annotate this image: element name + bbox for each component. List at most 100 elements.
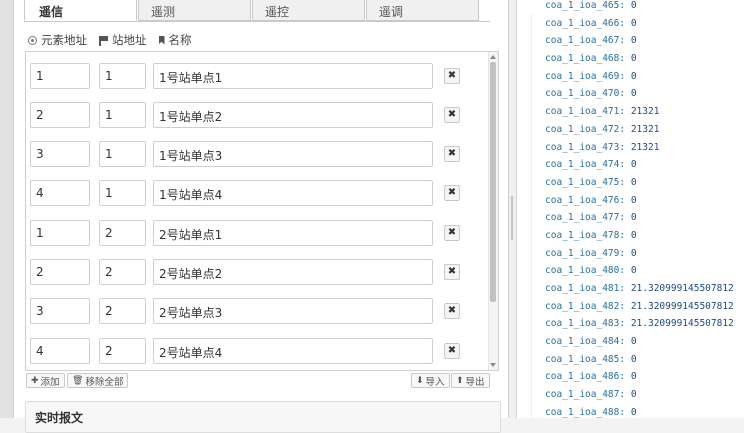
scroll-up-arrow-icon[interactable] — [490, 55, 496, 59]
element-address-input[interactable]: 2 — [30, 102, 90, 128]
tab-remote-adjust[interactable]: 遥调 — [366, 0, 479, 21]
station-address-input[interactable]: 1 — [99, 102, 146, 128]
delete-row-button[interactable]: ✖ — [444, 146, 460, 162]
element-address-input[interactable]: 3 — [30, 141, 90, 167]
point-list[interactable]: 1 1 1号站单点1 ✖ 2 1 1号站单点2 ✖ 3 1 1号站单点3 ✖ 4… — [25, 51, 499, 371]
add-button[interactable]: ✚ 添加 — [26, 373, 65, 388]
debug-line: coa_1_ioa_466: 0 — [545, 17, 637, 29]
debug-line: coa_1_ioa_488: 0 — [545, 406, 637, 418]
delete-row-button[interactable]: ✖ — [444, 303, 460, 319]
debug-line: coa_1_ioa_473: 21321 — [545, 141, 660, 153]
debug-line: coa_1_ioa_487: 0 — [545, 389, 637, 401]
plus-icon: ✚ — [31, 376, 39, 386]
debug-line: coa_1_ioa_478: 0 — [545, 229, 637, 241]
download-icon: ⬇ — [416, 376, 424, 386]
close-icon: ✖ — [447, 109, 457, 120]
legend-element-address-label: 元素地址 — [41, 33, 87, 47]
debug-line: coa_1_ioa_486: 0 — [545, 371, 637, 383]
element-address-input[interactable]: 4 — [30, 180, 90, 206]
debug-line: coa_1_ioa_472: 21321 — [545, 123, 660, 135]
delete-row-button[interactable]: ✖ — [444, 343, 460, 359]
debug-lines: coa_1_ioa_465: 0 coa_1_ioa_466: 0 coa_1_… — [545, 0, 734, 418]
debug-line: coa_1_ioa_475: 0 — [545, 176, 637, 188]
bookmark-icon — [158, 35, 165, 45]
panel-splitter[interactable] — [509, 0, 517, 418]
point-name-input[interactable]: 2号站单点2 — [153, 259, 433, 285]
close-icon: ✖ — [447, 148, 457, 159]
tab-remote-control[interactable]: 遥控 — [252, 0, 365, 21]
debug-line: coa_1_ioa_474: 0 — [545, 159, 637, 171]
node-editor-panel: 遥信 遥测 遥控 遥调 元素地址 站地址 名称 1 1 1号站单点1 ✖ 2 1… — [14, 0, 509, 433]
station-address-input[interactable]: 2 — [99, 259, 146, 285]
canvas-edge-strip — [0, 0, 14, 418]
station-address-input[interactable]: 2 — [99, 220, 146, 246]
delete-row-button[interactable]: ✖ — [444, 68, 460, 84]
splitter-grip[interactable] — [511, 196, 513, 240]
export-button[interactable]: ⬆ 导出 — [451, 373, 490, 388]
station-address-input[interactable]: 2 — [99, 338, 146, 364]
station-address-input[interactable]: 1 — [99, 180, 146, 206]
point-name-input[interactable]: 2号站单点1 — [153, 220, 433, 246]
close-icon: ✖ — [447, 345, 457, 356]
list-item: 1 2 2号站单点1 ✖ — [26, 220, 486, 248]
add-button-label: 添加 — [40, 377, 60, 388]
debug-line: coa_1_ioa_467: 0 — [545, 35, 637, 47]
station-address-input[interactable]: 2 — [99, 298, 146, 324]
dot-circle-icon — [28, 35, 37, 45]
legend-name-label: 名称 — [168, 33, 192, 47]
list-item: 3 1 1号站单点3 ✖ — [26, 141, 486, 169]
tab-remote-measure[interactable]: 遥测 — [138, 0, 251, 21]
element-address-input[interactable]: 4 — [30, 338, 90, 364]
debug-line: coa_1_ioa_480: 0 — [545, 265, 637, 277]
delete-row-button[interactable]: ✖ — [444, 107, 460, 123]
upload-icon: ⬆ — [456, 376, 464, 386]
debug-line: coa_1_ioa_468: 0 — [545, 53, 637, 65]
element-address-input[interactable]: 1 — [30, 220, 90, 246]
column-legend: 元素地址 站地址 名称 — [28, 32, 204, 48]
list-item: 2 1 1号站单点2 ✖ — [26, 102, 486, 130]
point-name-input[interactable]: 1号站单点1 — [153, 63, 433, 89]
trash-icon: 🗑 — [72, 376, 84, 386]
debug-line: coa_1_ioa_479: 0 — [545, 247, 637, 259]
delete-row-button[interactable]: ✖ — [444, 185, 460, 201]
debug-line: coa_1_ioa_477: 0 — [545, 212, 637, 224]
scrollbar-thumb[interactable] — [490, 62, 496, 302]
tab-remote-signal[interactable]: 遥信 — [24, 0, 137, 21]
debug-line: coa_1_ioa_471: 21321 — [545, 106, 660, 118]
point-name-input[interactable]: 2号站单点3 — [153, 298, 433, 324]
list-item: 3 2 2号站单点3 ✖ — [26, 298, 486, 326]
close-icon: ✖ — [447, 187, 457, 198]
point-name-input[interactable]: 1号站单点2 — [153, 102, 433, 128]
debug-line: coa_1_ioa_469: 0 — [545, 70, 637, 82]
debug-line: coa_1_ioa_470: 0 — [545, 88, 637, 100]
delete-row-button[interactable]: ✖ — [444, 264, 460, 280]
legend-name: 名称 — [158, 32, 192, 48]
point-name-input[interactable]: 2号站单点4 — [153, 338, 433, 364]
element-address-input[interactable]: 3 — [30, 298, 90, 324]
list-item: 4 2 2号站单点4 ✖ — [26, 338, 486, 366]
element-address-input[interactable]: 1 — [30, 63, 90, 89]
debug-line: coa_1_ioa_481: 21.320999145507812 — [545, 283, 734, 294]
debug-line: coa_1_ioa_485: 0 — [545, 353, 637, 365]
point-name-input[interactable]: 1号站单点3 — [153, 141, 433, 167]
element-address-input[interactable]: 2 — [30, 259, 90, 285]
scroll-down-arrow-icon[interactable] — [490, 363, 496, 367]
import-button[interactable]: ⬇ 导入 — [411, 373, 450, 388]
close-icon: ✖ — [447, 305, 457, 316]
list-item: 2 2 2号站单点2 ✖ — [26, 259, 486, 287]
close-icon: ✖ — [447, 266, 457, 277]
point-name-input[interactable]: 1号站单点4 — [153, 180, 433, 206]
debug-guide-line — [531, 14, 532, 418]
remove-all-button[interactable]: 🗑 移除全部 — [67, 373, 129, 388]
debug-line: coa_1_ioa_484: 0 — [545, 336, 637, 348]
delete-row-button[interactable]: ✖ — [444, 225, 460, 241]
close-icon: ✖ — [447, 227, 457, 238]
list-item: 1 1 1号站单点1 ✖ — [26, 63, 486, 91]
list-item: 4 1 1号站单点4 ✖ — [26, 180, 486, 208]
station-address-input[interactable]: 1 — [99, 63, 146, 89]
flag-icon — [99, 35, 108, 46]
realtime-message-section[interactable]: 实时报文 — [25, 401, 501, 433]
station-address-input[interactable]: 1 — [99, 141, 146, 167]
list-scrollbar[interactable] — [488, 52, 498, 370]
debug-output-panel: coa_1_ioa_465: 0 coa_1_ioa_466: 0 coa_1_… — [517, 0, 744, 418]
